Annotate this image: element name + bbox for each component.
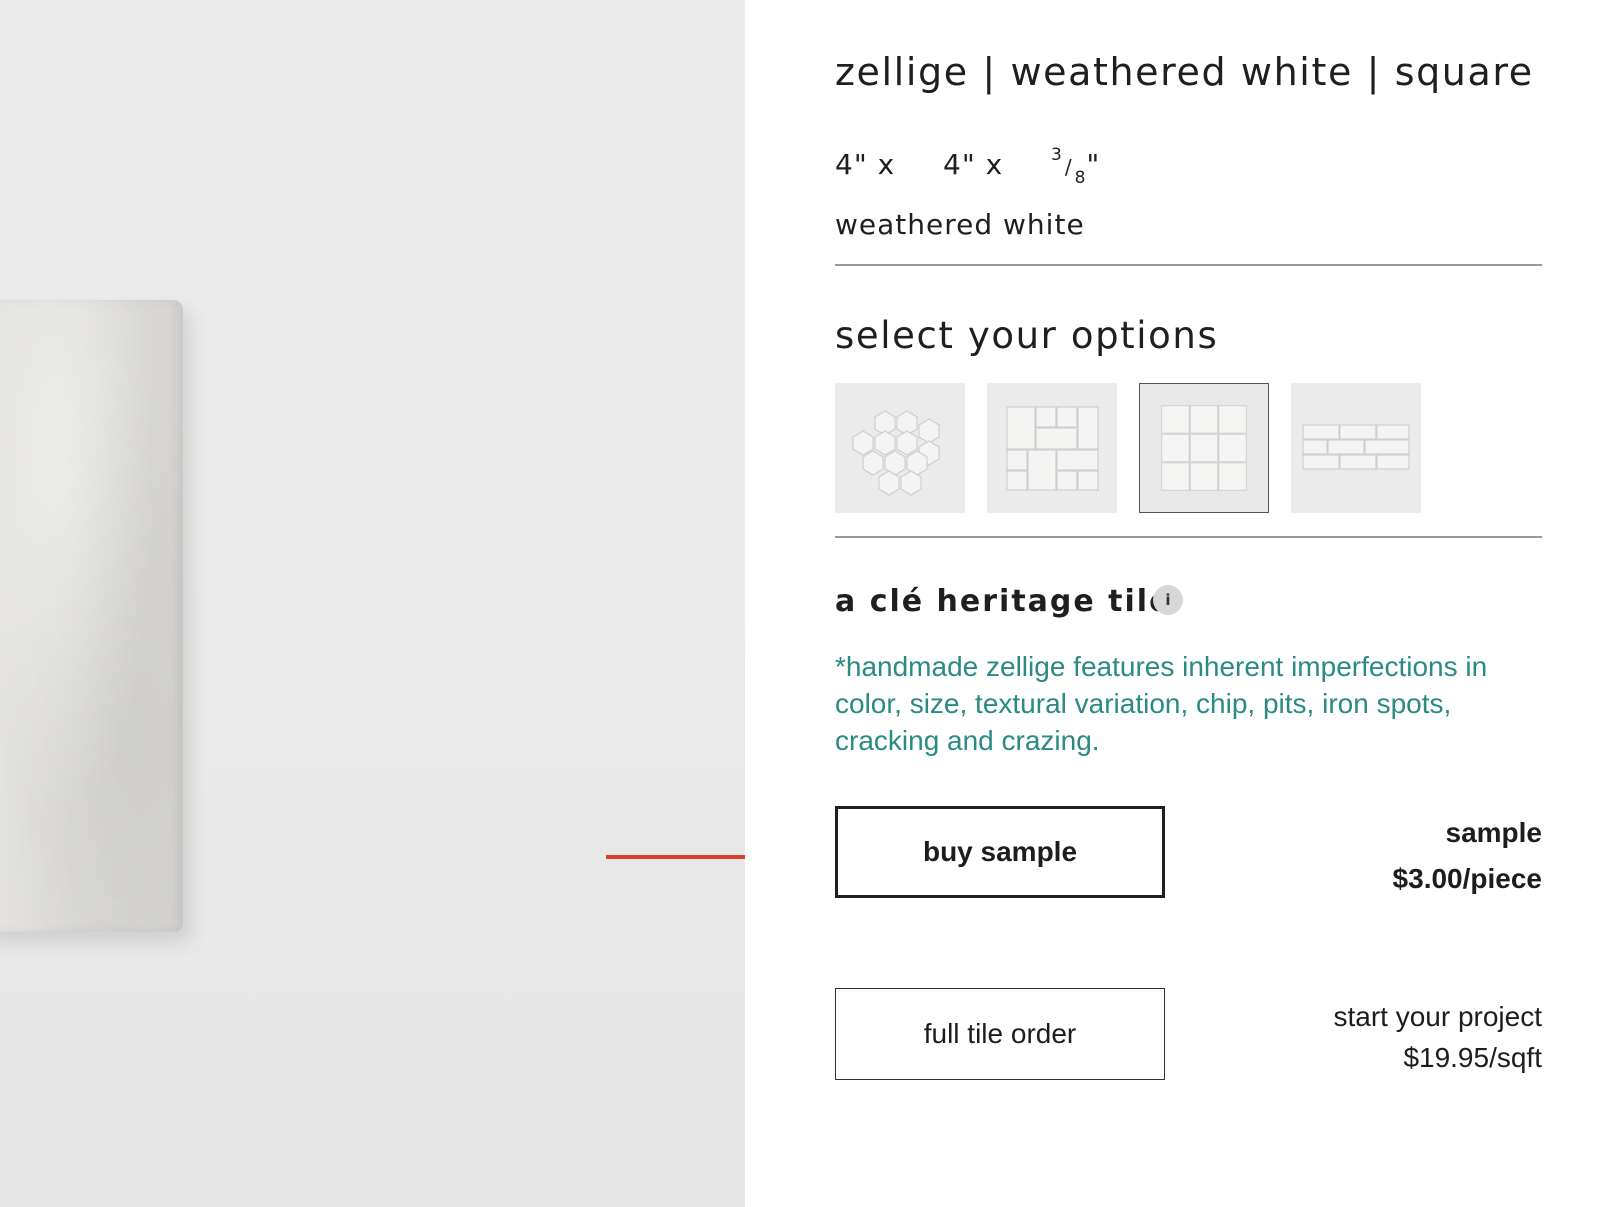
color-name: weathered white <box>835 208 1085 241</box>
option-square[interactable] <box>1139 383 1269 513</box>
dimension-separator: x <box>877 148 896 181</box>
sample-caption: sample <box>1445 817 1543 848</box>
full-order-caption: start your project <box>1333 1001 1542 1032</box>
thickness-unit: " <box>1086 148 1101 181</box>
sample-price: $3.00/piece <box>1392 863 1542 894</box>
info-icon[interactable]: i <box>1153 585 1183 615</box>
full-order-price: $19.95/sqft <box>1403 1042 1542 1073</box>
divider <box>835 536 1542 538</box>
buy-sample-button[interactable]: buy sample <box>835 806 1165 898</box>
product-dimensions: 4" x 4" x 3/8" <box>835 144 1101 188</box>
full-tile-order-button[interactable]: full tile order <box>835 988 1165 1080</box>
option-mixed-square[interactable] <box>987 383 1117 513</box>
dimension-separator: x <box>985 148 1004 181</box>
dimension-thickness: 3/8 <box>1051 144 1087 188</box>
option-hexagon[interactable] <box>835 383 965 513</box>
thickness-numerator: 3 <box>1051 144 1063 165</box>
heritage-label: a clé heritage tile <box>835 584 1172 619</box>
hexagon-tile-option-icon <box>852 410 940 496</box>
handmade-disclaimer: *handmade zellige features inherent impe… <box>835 651 1488 756</box>
full-order-price-block: start your project $19.95/sqft <box>1333 996 1542 1078</box>
dimension-width: 4" <box>835 148 868 181</box>
dimension-height: 4" <box>943 148 976 181</box>
annotation-arrow-icon <box>606 855 745 859</box>
sample-price-block: sample $3.00/piece <box>1393 810 1542 902</box>
square-tile-option-icon <box>1161 405 1247 491</box>
product-image <box>0 0 745 1207</box>
rectangle-tile-option-icon <box>1302 424 1410 470</box>
option-rectangle[interactable] <box>1291 383 1421 513</box>
options-heading: select your options <box>835 314 1219 357</box>
divider <box>835 264 1542 266</box>
zellige-tile-photo <box>0 300 183 932</box>
thickness-denominator: 8 <box>1074 167 1087 188</box>
product-title: zellige | weathered white | square <box>835 50 1534 94</box>
mixed-square-tile-option-icon <box>1006 406 1099 491</box>
